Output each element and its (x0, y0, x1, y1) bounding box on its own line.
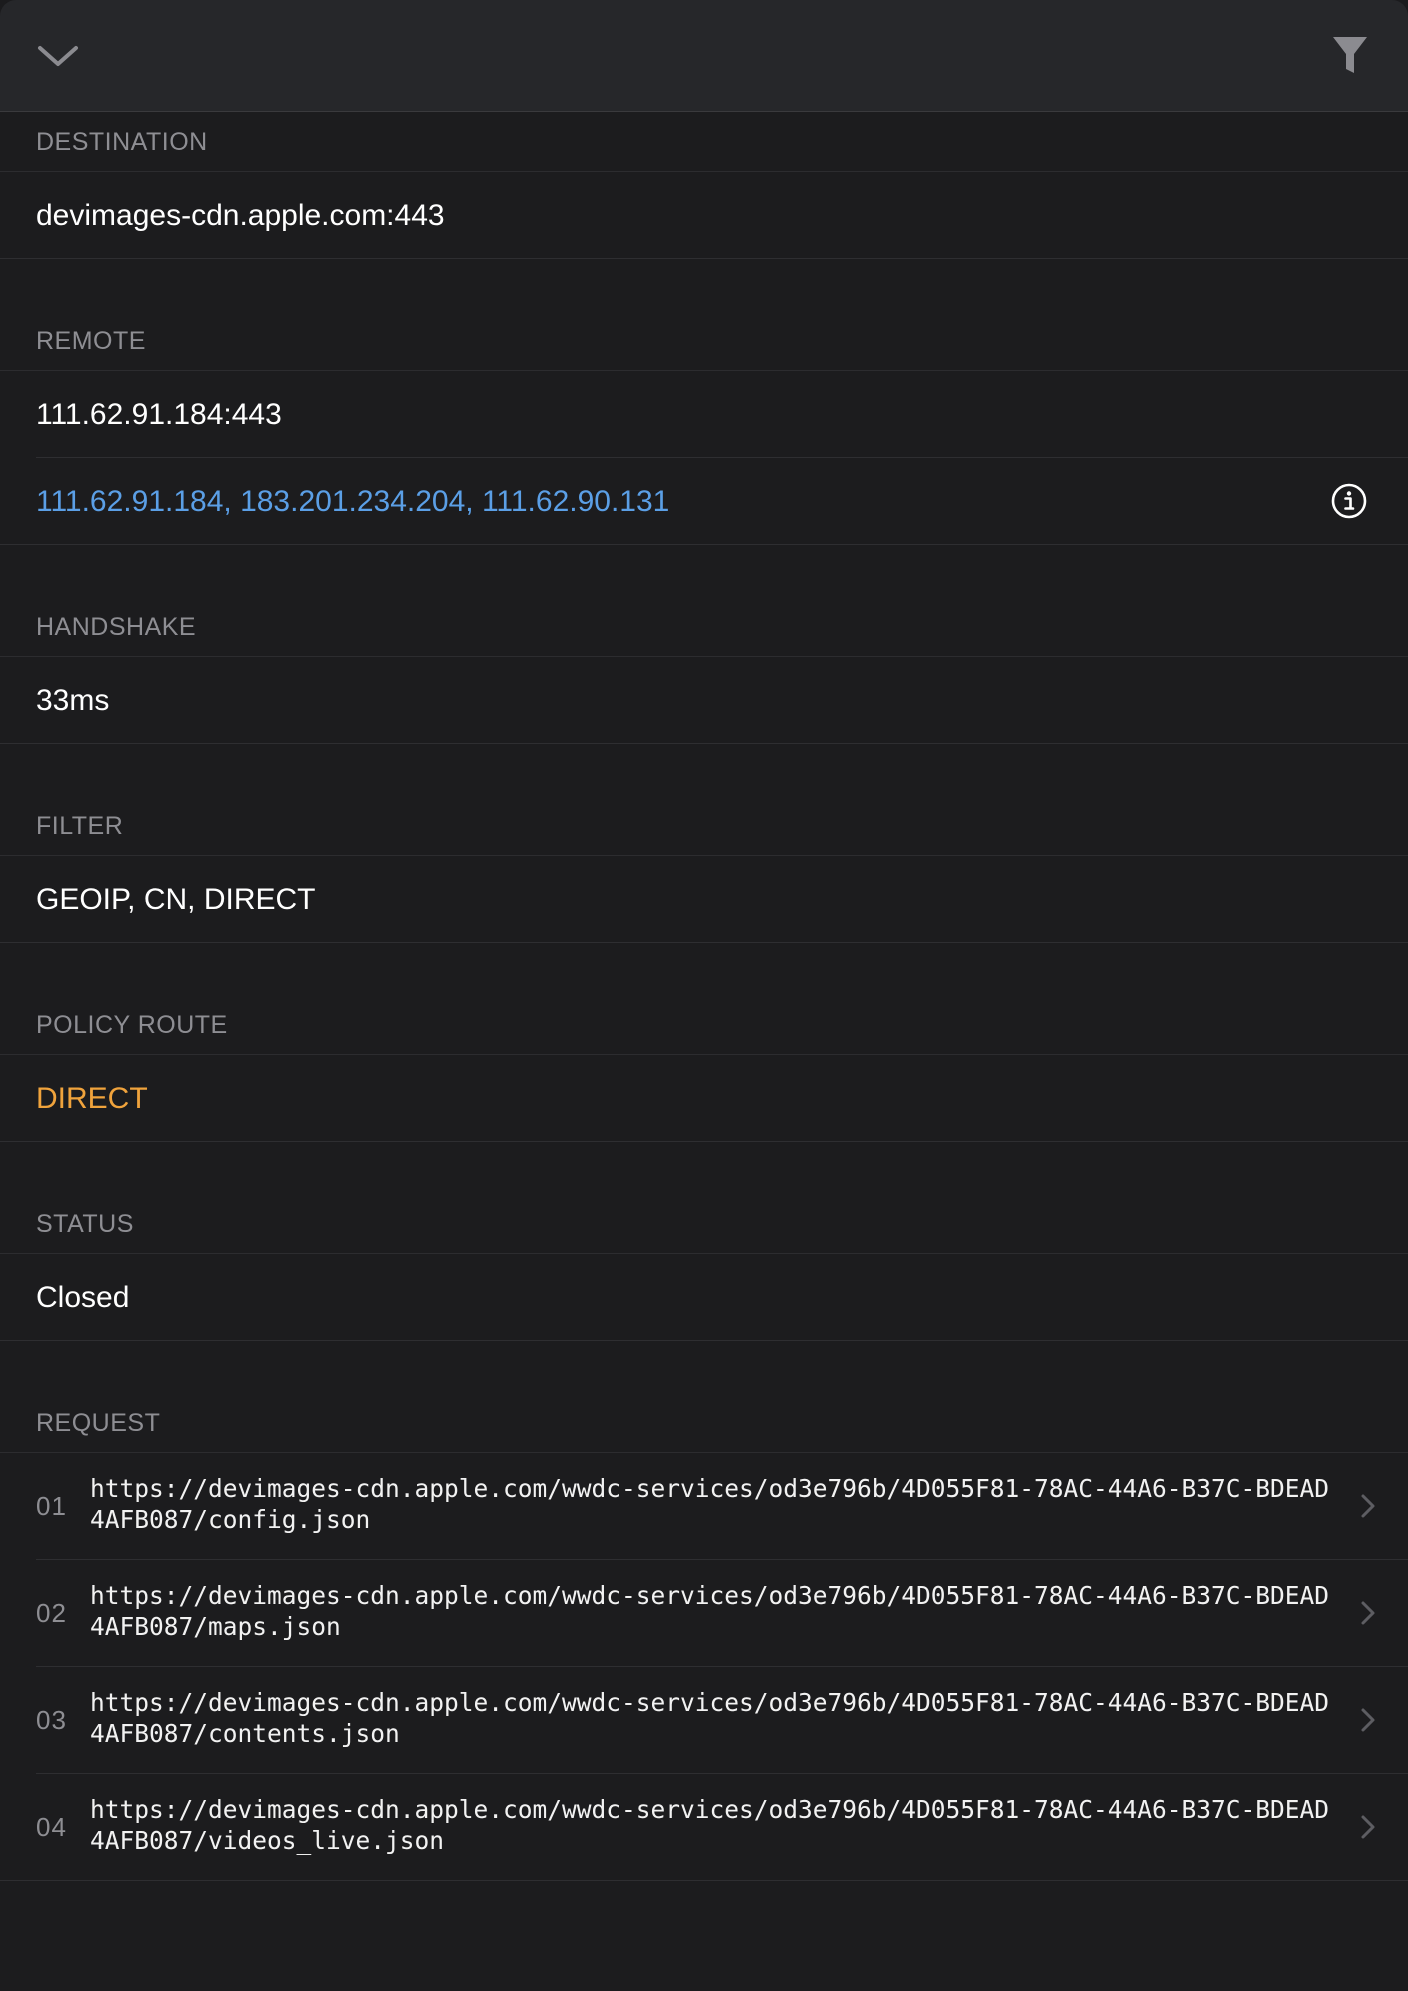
request-row[interactable]: 04 https://devimages-cdn.apple.com/wwdc-… (0, 1774, 1408, 1881)
chevron-right-icon (1361, 1708, 1375, 1732)
request-url: https://devimages-cdn.apple.com/wwdc-ser… (90, 1581, 1330, 1641)
filter-button[interactable] (1318, 26, 1382, 86)
chevron-down-icon (38, 46, 78, 66)
section-header-remote: REMOTE (0, 311, 1408, 371)
remote-resolved-text[interactable]: 111.62.91.184, 183.201.234.204, 111.62.9… (36, 485, 669, 518)
section-header-policy-route: POLICY ROUTE (0, 995, 1408, 1055)
collapse-button[interactable] (26, 26, 90, 86)
connection-detail-sheet: DESTINATION devimages-cdn.apple.com:443 … (0, 0, 1408, 1991)
remote-address: 111.62.91.184:443 (0, 371, 1408, 458)
request-row[interactable]: 02 https://devimages-cdn.apple.com/wwdc-… (0, 1560, 1408, 1667)
chevron-right-icon (1361, 1494, 1375, 1518)
request-row[interactable]: 01 https://devimages-cdn.apple.com/wwdc-… (0, 1453, 1408, 1560)
chevron-right-icon (1361, 1601, 1375, 1625)
request-index: 02 (36, 1598, 67, 1628)
toolbar (0, 0, 1408, 112)
chevron-right-icon (1361, 1815, 1375, 1839)
request-url: https://devimages-cdn.apple.com/wwdc-ser… (90, 1795, 1330, 1855)
section-header-destination: DESTINATION (0, 112, 1408, 172)
info-circle-icon[interactable] (1330, 482, 1368, 520)
request-url: https://devimages-cdn.apple.com/wwdc-ser… (90, 1474, 1330, 1534)
section-header-filter: FILTER (0, 796, 1408, 856)
section-header-handshake: HANDSHAKE (0, 597, 1408, 657)
filter-icon (1333, 37, 1367, 73)
section-header-status: STATUS (0, 1194, 1408, 1254)
filter-value: GEOIP, CN, DIRECT (0, 856, 1408, 943)
policy-route-value: DIRECT (0, 1055, 1408, 1142)
remote-resolved-addresses[interactable]: 111.62.91.184, 183.201.234.204, 111.62.9… (0, 458, 1408, 545)
request-url: https://devimages-cdn.apple.com/wwdc-ser… (90, 1688, 1330, 1748)
request-index: 03 (36, 1705, 67, 1735)
destination-value: devimages-cdn.apple.com:443 (0, 172, 1408, 259)
detail-list: DESTINATION devimages-cdn.apple.com:443 … (0, 112, 1408, 1881)
request-row[interactable]: 03 https://devimages-cdn.apple.com/wwdc-… (0, 1667, 1408, 1774)
request-index: 04 (36, 1812, 67, 1842)
handshake-value: 33ms (0, 657, 1408, 744)
status-value: Closed (0, 1254, 1408, 1341)
request-index: 01 (36, 1491, 67, 1521)
section-header-request: REQUEST (0, 1393, 1408, 1453)
